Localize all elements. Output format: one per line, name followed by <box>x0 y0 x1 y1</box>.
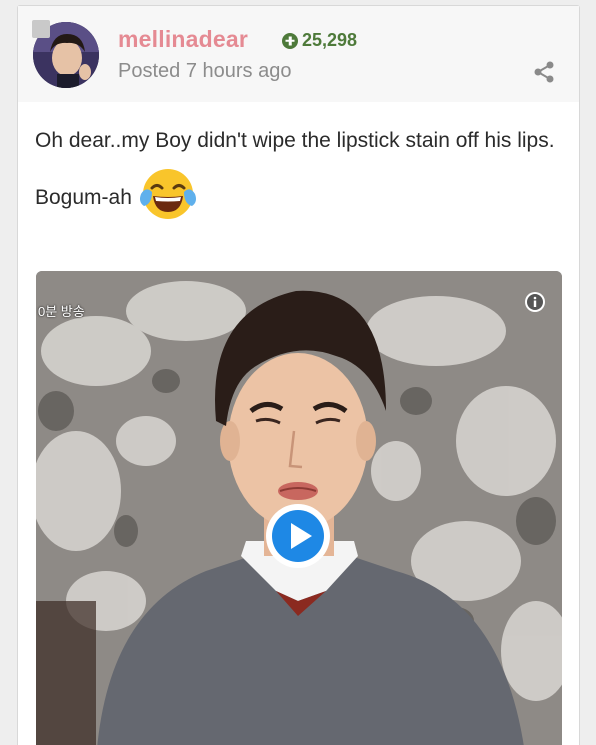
post-body: Oh dear..my Boy didn't wipe the lipstick… <box>35 124 565 224</box>
share-icon[interactable] <box>532 60 556 84</box>
plus-circle-icon <box>282 32 298 49</box>
play-icon[interactable] <box>264 502 332 570</box>
post-text-bogum: Bogum-ah <box>35 186 132 209</box>
select-checkbox[interactable] <box>32 20 50 38</box>
info-icon[interactable] <box>524 291 546 313</box>
page: mellinadear 25,298 Posted 7 hours ago Oh… <box>0 0 596 745</box>
post-card: mellinadear 25,298 Posted 7 hours ago Oh… <box>17 5 580 745</box>
author-name[interactable]: mellinadear <box>118 26 248 53</box>
tears-of-joy-emoji-icon <box>139 169 196 219</box>
post-header: mellinadear 25,298 Posted 7 hours ago <box>18 6 579 102</box>
reputation-count: 25,298 <box>302 30 358 50</box>
post-text-line-1: Oh dear..my Boy didn't wipe the lipstick… <box>35 129 555 152</box>
video-player[interactable]: 0분 방송 <box>36 271 562 745</box>
post-text-line-2: Bogum-ah <box>35 169 565 224</box>
video-caption: 0분 방송 <box>38 304 85 319</box>
post-timestamp[interactable]: Posted 7 hours ago <box>118 60 291 83</box>
reputation-badge: 25,298 <box>282 30 357 51</box>
